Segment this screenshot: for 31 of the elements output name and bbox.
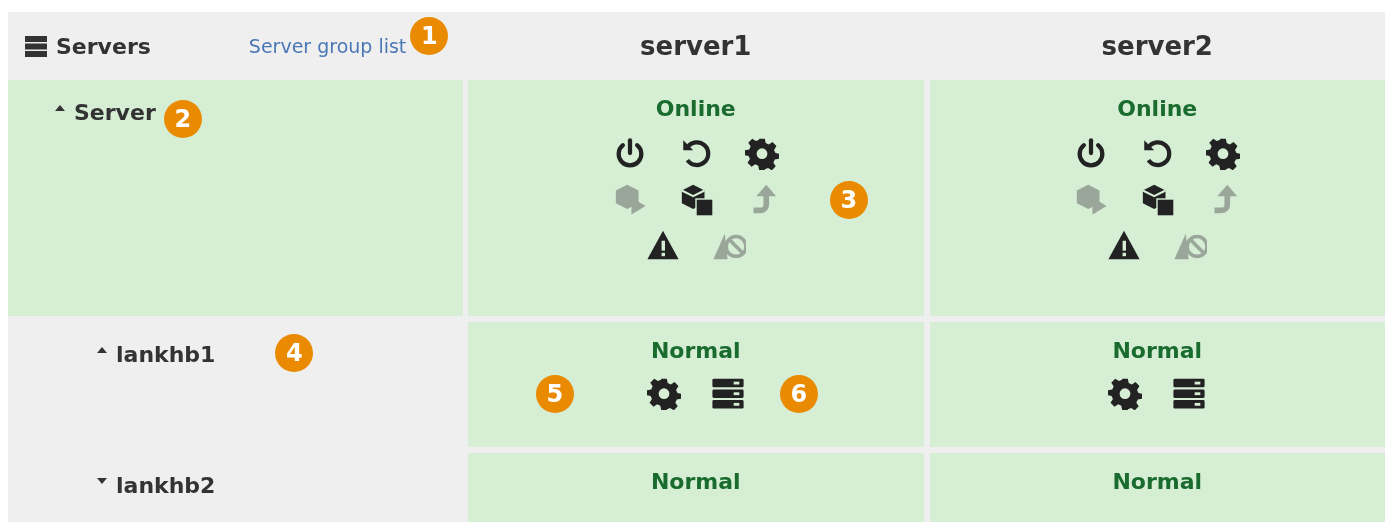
expand-toggle[interactable] [96,477,108,485]
callout-number: 3 [829,181,868,219]
settings-icon[interactable] [744,136,779,170]
callout-number: 6 [779,375,818,413]
server-icon [24,34,48,58]
row-label: Server [74,99,156,127]
row-label: lankhb1 [116,341,216,369]
cube-stop-icon[interactable] [678,182,713,216]
status-text: Online [1117,95,1198,123]
column-header: server1 [640,29,752,63]
row-label: lankhb2 [116,472,216,500]
callout-number: 5 [535,375,574,413]
callout-number: 4 [275,334,314,372]
column-header: server2 [1101,29,1213,63]
status-text: Normal [1112,468,1203,496]
server-icon[interactable] [1172,376,1207,410]
status-text: Normal [650,468,741,496]
server-icon[interactable] [710,376,745,410]
collapse-toggle[interactable] [54,104,66,112]
status-text: Online [655,95,736,123]
callout-number: 2 [163,100,202,138]
settings-icon[interactable] [646,376,681,410]
settings-icon[interactable] [1206,136,1241,170]
server-group-link[interactable]: Server group list [248,31,407,61]
page-title: Servers [56,32,151,61]
settings-icon[interactable] [1108,376,1143,410]
callout-number: 1 [410,17,449,55]
status-text: Normal [1112,337,1203,365]
cube-stop-icon[interactable] [1140,182,1175,216]
status-text: Normal [650,337,741,365]
collapse-toggle[interactable] [96,346,108,354]
